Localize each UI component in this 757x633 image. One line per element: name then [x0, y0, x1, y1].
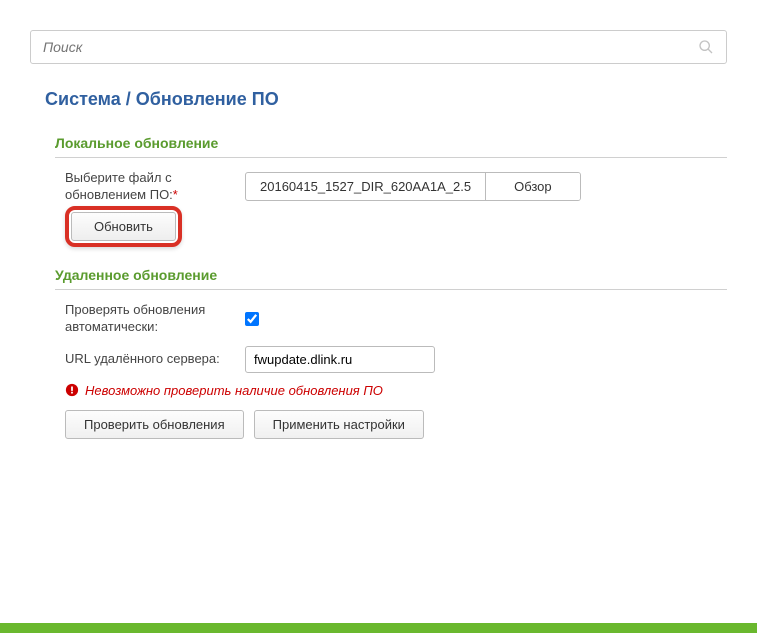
file-select-label: Выберите файл с обновлением ПО:* [65, 170, 245, 204]
error-message-row: Невозможно проверить наличие обновления … [55, 383, 727, 398]
file-input-group: 20160415_1527_DIR_620AA1A_2.5 Обзор [245, 172, 581, 201]
required-star: * [173, 187, 178, 202]
apply-settings-button[interactable]: Применить настройки [254, 410, 424, 439]
search-bar [30, 30, 727, 64]
remote-url-row: URL удалённого сервера: [55, 346, 727, 373]
update-button-row: Обновить [55, 214, 727, 247]
local-update-title: Локальное обновление [55, 135, 727, 158]
search-icon[interactable] [698, 39, 714, 55]
remote-update-title: Удаленное обновление [55, 267, 727, 290]
check-updates-button[interactable]: Проверить обновления [65, 410, 244, 439]
local-update-section: Локальное обновление Выберите файл с обн… [55, 135, 727, 247]
error-text: Невозможно проверить наличие обновления … [85, 383, 383, 398]
remote-button-row: Проверить обновления Применить настройки [55, 410, 727, 439]
remote-url-input[interactable] [245, 346, 435, 373]
auto-check-checkbox[interactable] [245, 312, 259, 326]
update-button[interactable]: Обновить [71, 212, 176, 241]
auto-check-label: Проверять обновления автоматически: [65, 302, 245, 336]
file-select-row: Выберите файл с обновлением ПО:* 2016041… [55, 170, 727, 204]
footer-accent-bar [0, 623, 757, 633]
remote-url-label: URL удалённого сервера: [65, 351, 245, 368]
breadcrumb: Система / Обновление ПО [30, 89, 727, 110]
breadcrumb-system[interactable]: Система [45, 89, 121, 109]
error-icon [65, 383, 79, 397]
search-input[interactable] [43, 39, 698, 55]
update-button-highlight: Обновить [65, 206, 182, 247]
browse-button[interactable]: Обзор [485, 173, 580, 200]
remote-update-section: Удаленное обновление Проверять обновлени… [55, 267, 727, 439]
breadcrumb-separator: / [121, 89, 136, 109]
auto-check-row: Проверять обновления автоматически: [55, 302, 727, 336]
selected-file-name: 20160415_1527_DIR_620AA1A_2.5 [246, 173, 485, 200]
breadcrumb-page: Обновление ПО [136, 89, 279, 109]
